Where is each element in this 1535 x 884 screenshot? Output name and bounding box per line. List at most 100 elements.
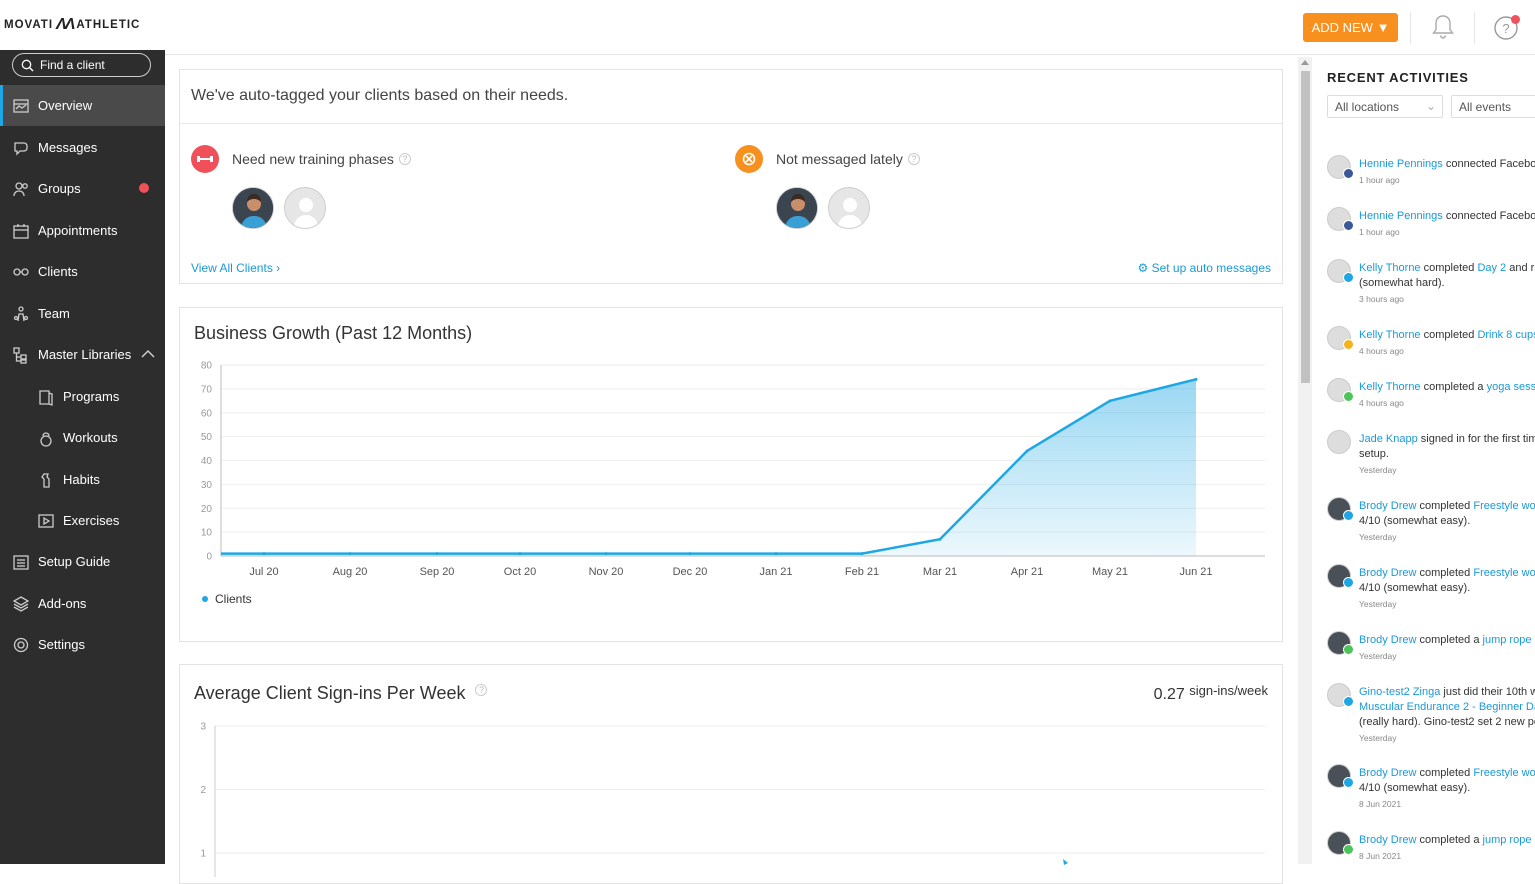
client-avatar-photo[interactable] — [232, 187, 274, 229]
scroll-up-arrow[interactable] — [1301, 60, 1309, 65]
chevron-right-icon: › — [276, 261, 281, 275]
sidebar-item-messages[interactable]: Messages — [0, 127, 165, 168]
activity-link[interactable]: Hennie Pennings — [1359, 210, 1443, 222]
activity-time: Yesterday — [1359, 599, 1397, 609]
y-tick-label: 1 — [200, 849, 206, 860]
events-filter[interactable]: All events — [1451, 95, 1535, 118]
growth-legend[interactable]: Clients — [202, 592, 252, 606]
brand-logo[interactable]: MOVATI ΛΛ ATHLETIC — [0, 0, 165, 50]
habits-icon — [37, 471, 55, 489]
chevron-up-icon[interactable] — [141, 347, 155, 362]
sidebar-item-team[interactable]: Team — [0, 293, 165, 334]
sidebar-item-settings[interactable]: Settings — [0, 624, 165, 665]
sidebar: MOVATI ΛΛ ATHLETIC Find a client Overvie… — [0, 0, 165, 864]
activity-text: Gino-test2 Zinga just did their 10th w Mu… — [1359, 685, 1535, 746]
series-marker — [1063, 859, 1068, 865]
tag-need-training-phases[interactable]: Need new training phases ? — [191, 145, 411, 173]
signins-value: 0.27 sign-ins/week — [1154, 683, 1268, 704]
activity-link[interactable]: Freestyle wo — [1473, 567, 1535, 579]
activity-avatar[interactable] — [1327, 430, 1351, 454]
activity-link[interactable]: Kelly Thorne — [1359, 262, 1421, 274]
activity-link[interactable]: Kelly Thorne — [1359, 329, 1421, 341]
dumbbell-icon — [191, 145, 219, 173]
bell-icon[interactable] — [1430, 13, 1456, 46]
sidebar-item-master-libraries[interactable]: Master Libraries — [0, 334, 165, 375]
activity-text-fragment: just did their 10th w — [1440, 686, 1535, 698]
activity-text-fragment: completed — [1416, 500, 1474, 512]
info-icon[interactable]: ? — [475, 684, 488, 696]
sidebar-item-programs[interactable]: Programs — [0, 376, 165, 417]
y-tick-label: 0 — [206, 552, 212, 563]
sidebar-item-groups[interactable]: Groups — [0, 168, 165, 209]
activity-link[interactable]: Jade Knapp — [1359, 433, 1418, 445]
sidebar-item-add-ons[interactable]: Add-ons — [0, 583, 165, 624]
client-avatar-placeholder[interactable] — [828, 187, 870, 229]
sidebar-item-habits[interactable]: Habits — [0, 459, 165, 500]
activity-link[interactable]: Day 2 — [1477, 262, 1506, 274]
add-new-button[interactable]: ADD NEW ▼ — [1303, 13, 1398, 42]
activity-text: Brody Drew completed a jump rope s 8 Jun … — [1359, 833, 1535, 864]
activity-link[interactable]: Freestyle wo — [1473, 767, 1535, 779]
sidebar-item-setup-guide[interactable]: Setup Guide — [0, 541, 165, 582]
sidebar-item-label: Settings — [38, 637, 85, 652]
client-avatar-photo[interactable] — [776, 187, 818, 229]
main-scrollbar[interactable] — [1298, 57, 1312, 864]
data-point-mar-21 — [938, 537, 942, 541]
legend-label: Clients — [215, 592, 252, 606]
business-growth-card: Business Growth (Past 12 Months) 0 10 20 30… — [179, 307, 1283, 642]
activity-time: Yesterday — [1359, 465, 1397, 475]
scroll-thumb[interactable] — [1301, 71, 1310, 383]
activity-link[interactable]: Hennie Pennings — [1359, 158, 1443, 170]
activity-link[interactable]: Brody Drew — [1359, 634, 1416, 646]
info-icon[interactable]: ? — [398, 153, 411, 165]
sidebar-item-appointments[interactable]: Appointments — [0, 210, 165, 251]
legend-dot — [202, 596, 208, 602]
activity-link[interactable]: Brody Drew — [1359, 834, 1416, 846]
data-point-jan-21 — [774, 552, 778, 556]
data-point-dec-20 — [688, 552, 692, 556]
calendar-icon — [12, 222, 30, 240]
clients-icon — [12, 263, 30, 281]
activity-link[interactable]: Brody Drew — [1359, 767, 1416, 779]
activity-link[interactable]: Muscular Endurance 2 - Beginner Da — [1359, 700, 1535, 715]
activity-badge-icon — [1343, 696, 1354, 707]
activity-badge-icon — [1343, 510, 1354, 521]
view-all-clients-link[interactable]: View All Clients › — [191, 261, 280, 275]
sidebar-item-overview[interactable]: Overview — [0, 85, 165, 126]
x-tick-label: Dec 20 — [673, 566, 708, 578]
y-tick-label: 30 — [201, 480, 213, 491]
activity-link[interactable]: jump rope s — [1483, 834, 1535, 846]
activity-link[interactable]: jump rope s — [1483, 634, 1535, 646]
y-tick-label: 50 — [201, 432, 213, 443]
locations-filter-value: All locations — [1335, 100, 1400, 114]
sidebar-item-workouts[interactable]: Workouts — [0, 417, 165, 458]
activity-text: Jade Knapp signed in for the first tim se… — [1359, 432, 1535, 478]
x-tick-label: Apr 21 — [1011, 566, 1043, 578]
signins-chart: 1 2 3 — [200, 722, 1265, 877]
sidebar-item-label: Clients — [38, 264, 78, 279]
sidebar-item-exercises[interactable]: Exercises — [0, 500, 165, 541]
setup-auto-messages-link[interactable]: ⚙ Set up auto messages — [1137, 261, 1271, 275]
activity-link[interactable]: Freestyle wo — [1473, 500, 1535, 512]
locations-filter[interactable]: All locations ⌄ — [1327, 95, 1443, 118]
tag-label: Not messaged lately — [776, 151, 903, 167]
activity-link[interactable]: Brody Drew — [1359, 567, 1416, 579]
sidebar-item-clients[interactable]: Clients — [0, 251, 165, 292]
tag-not-messaged-lately[interactable]: Not messaged lately ? — [735, 145, 920, 173]
activity-text: Hennie Pennings connected Facebo 1 hour a… — [1359, 157, 1535, 188]
divider — [1410, 12, 1411, 44]
data-point-nov-20 — [604, 552, 608, 556]
activity-link[interactable]: Brody Drew — [1359, 500, 1416, 512]
info-icon[interactable]: ? — [907, 153, 920, 165]
client-avatar-placeholder[interactable] — [284, 187, 326, 229]
find-client-input[interactable]: Find a client — [12, 53, 151, 77]
activity-link[interactable]: yoga sessi — [1487, 381, 1535, 393]
activity-text-fragment: completed — [1420, 262, 1478, 274]
search-icon — [21, 59, 34, 71]
activity-link[interactable]: Kelly Thorne — [1359, 381, 1421, 393]
x-tick-label: Aug 20 — [333, 566, 368, 578]
sidebar-item-label: Habits — [63, 472, 100, 487]
auto-tag-card: We've auto-tagged your clients based on … — [179, 69, 1283, 284]
activity-link[interactable]: Gino-test2 Zinga — [1359, 686, 1440, 698]
activity-link[interactable]: Drink 8 cups — [1477, 329, 1535, 341]
